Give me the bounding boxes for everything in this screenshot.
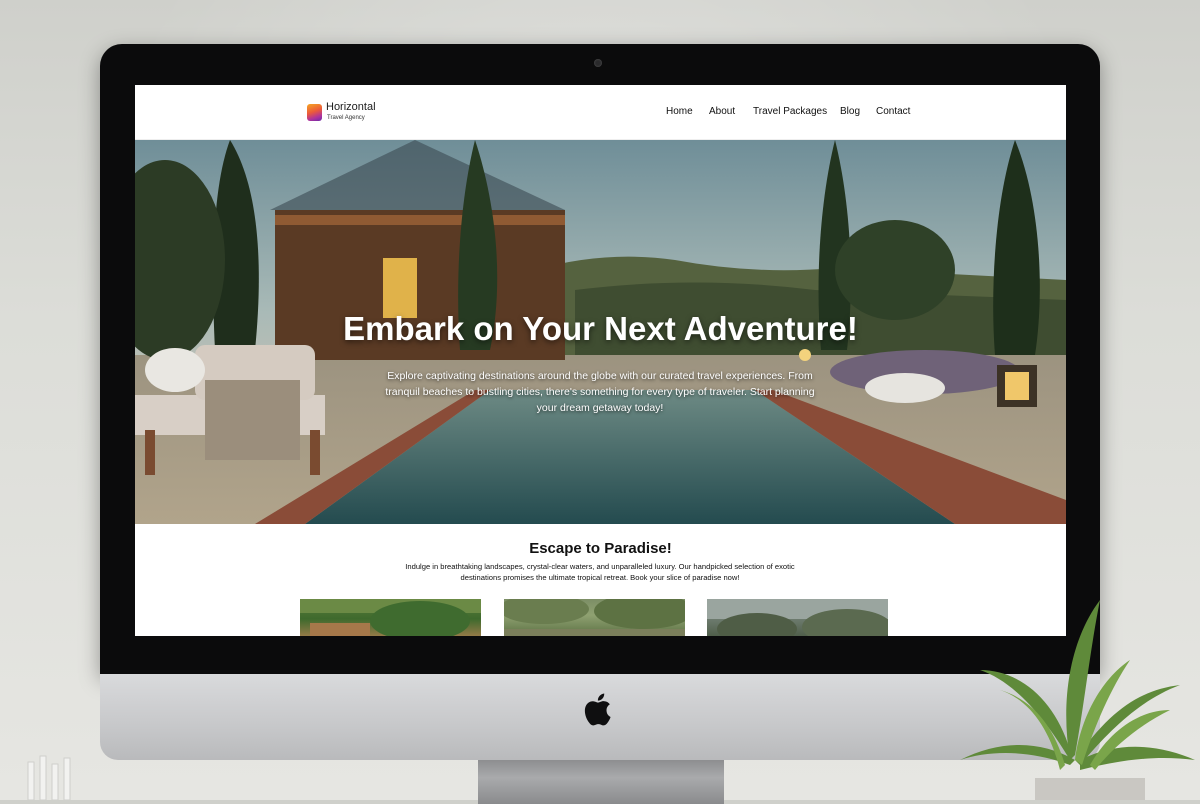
nav-link-home[interactable]: Home <box>666 106 693 117</box>
monitor-stand <box>478 760 724 804</box>
destination-card-3[interactable] <box>707 599 888 636</box>
destination-card-1[interactable] <box>300 599 481 636</box>
nav-link-travel-packages[interactable]: Travel Packages <box>753 106 827 117</box>
pencil-cup <box>27 755 71 800</box>
website-screen: Horizontal Travel Agency Home About Trav… <box>135 85 1066 636</box>
logo-title[interactable]: Horizontal <box>326 101 376 113</box>
nav-link-blog[interactable]: Blog <box>840 106 860 117</box>
apple-logo-icon <box>584 693 611 726</box>
logo-icon[interactable] <box>307 104 322 121</box>
nav-link-about[interactable]: About <box>709 106 735 117</box>
destination-image-2 <box>504 599 685 636</box>
navbar: Horizontal Travel Agency Home About Trav… <box>135 85 1066 140</box>
section-title: Escape to Paradise! <box>529 540 672 557</box>
logo-subtitle: Travel Agency <box>327 115 365 121</box>
destination-image-3 <box>707 599 888 636</box>
potted-plant <box>960 600 1195 800</box>
camera-icon <box>594 59 602 67</box>
carousel-dots <box>579 516 618 524</box>
hero-title: Embark on Your Next Adventure! <box>343 310 858 347</box>
hero-description: Explore captivating destinations around … <box>385 370 815 414</box>
nav-link-contact[interactable]: Contact <box>876 106 910 117</box>
hero-banner: Embark on Your Next Adventure! Explore c… <box>135 140 1066 524</box>
section-text: Indulge in breathtaking landscapes, crys… <box>405 562 795 582</box>
destination-card-2[interactable] <box>504 599 685 636</box>
destination-image-1 <box>300 599 481 636</box>
